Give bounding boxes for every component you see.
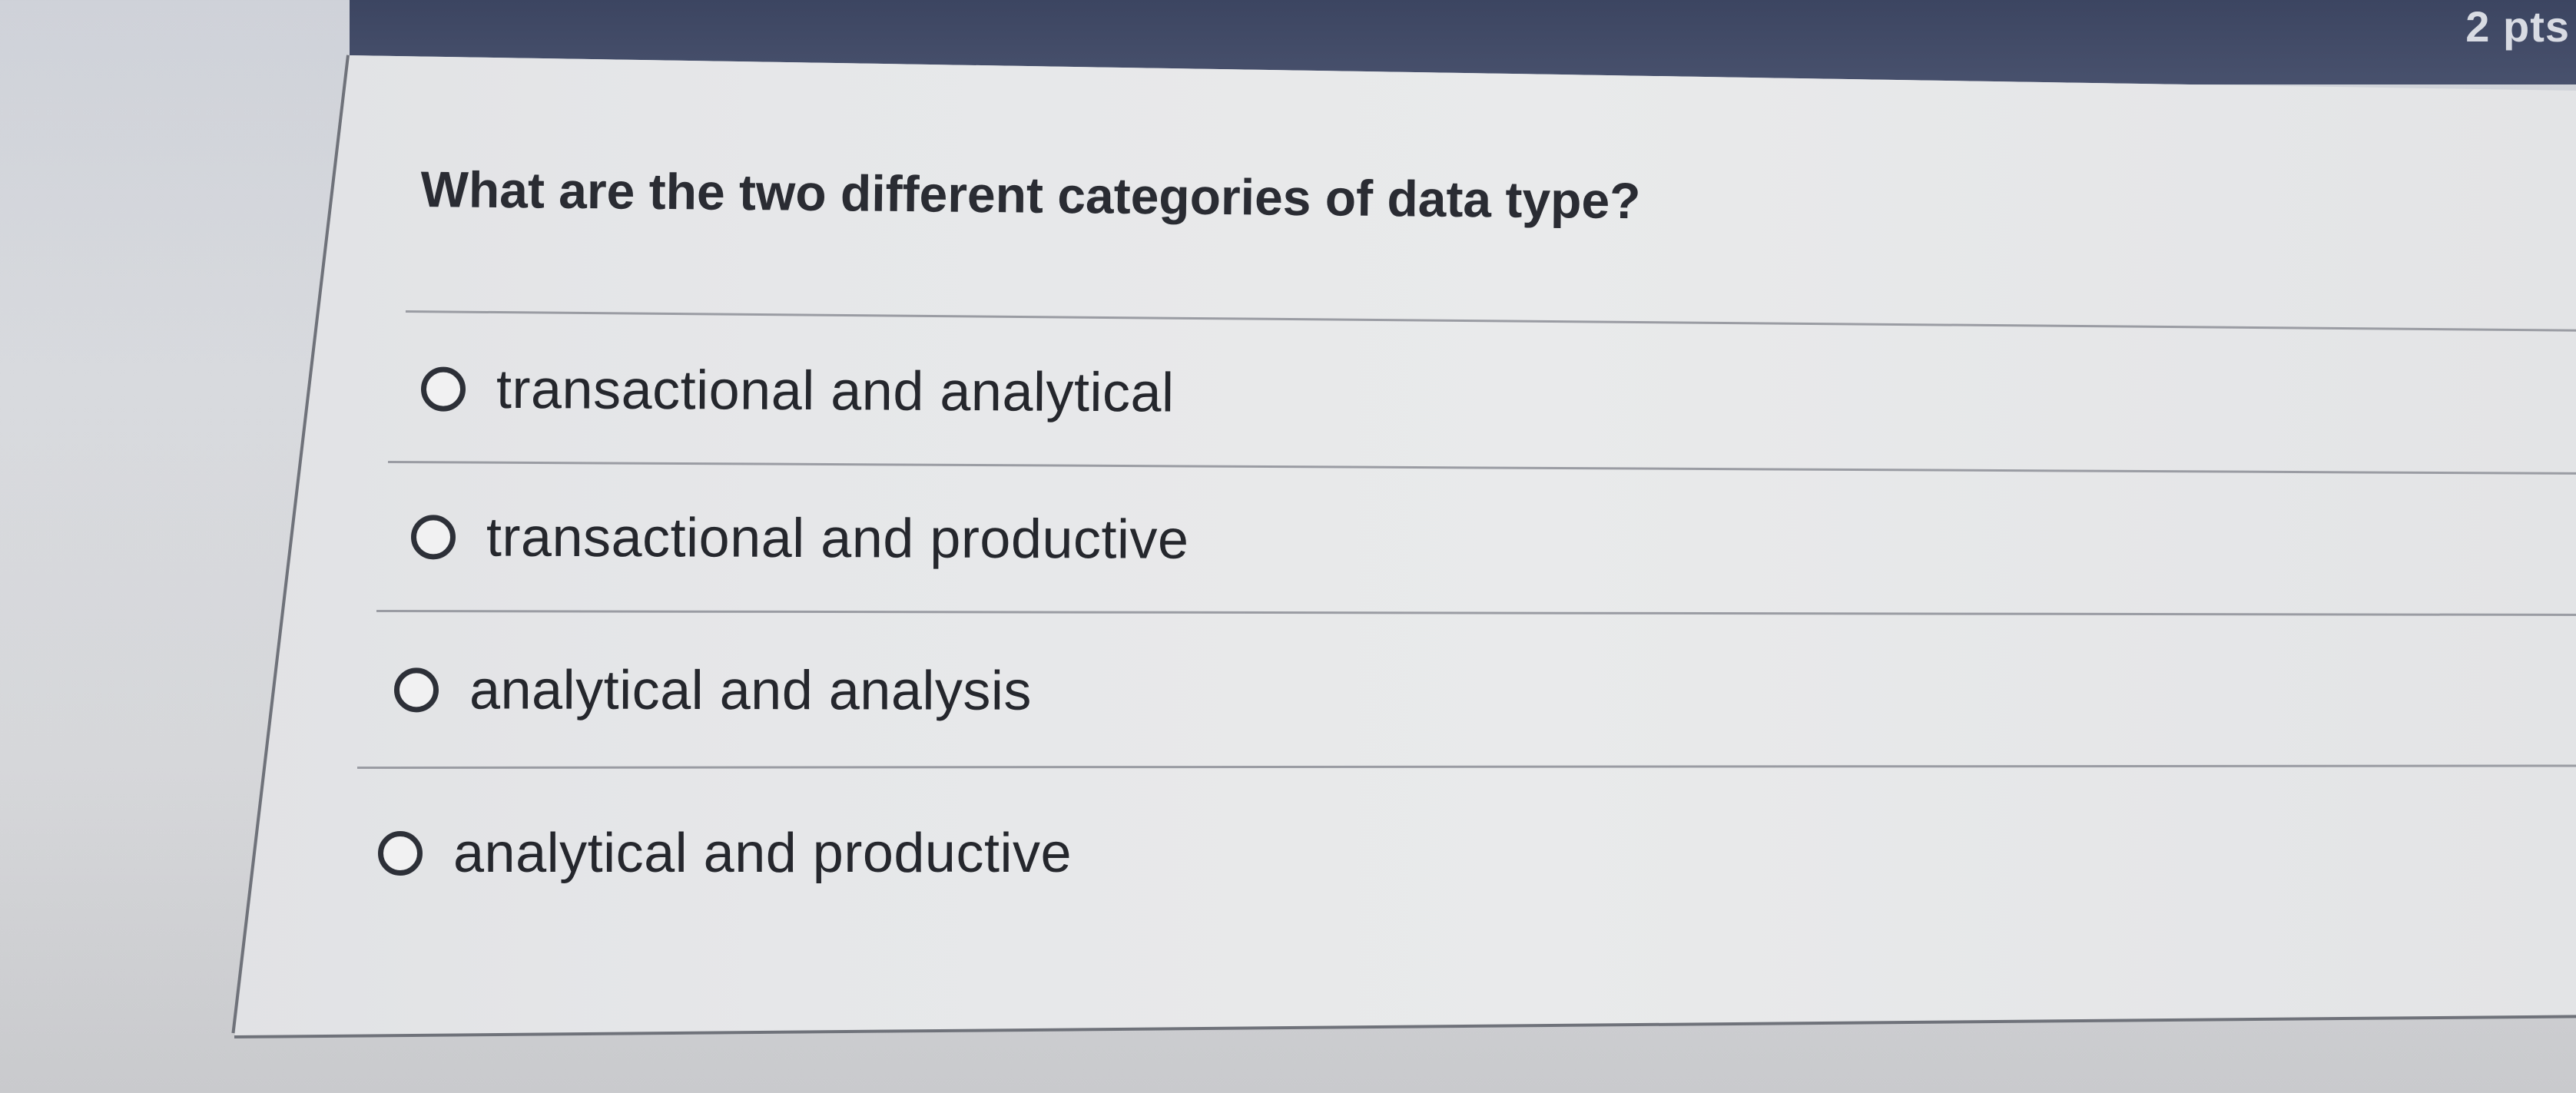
answer-option-1[interactable]: transactional and analytical (420, 357, 1175, 424)
answer-option-3[interactable]: analytical and analysis (393, 658, 1032, 722)
question-card (234, 55, 2576, 1038)
answer-option-4[interactable]: analytical and productive (378, 822, 1072, 885)
question-points: 2 pts (2465, 2, 2570, 51)
radio-button-icon[interactable] (393, 667, 439, 713)
answer-label: transactional and productive (486, 506, 1189, 571)
question-text: What are the two different categories of… (420, 160, 1641, 230)
answer-label: transactional and analytical (496, 358, 1175, 424)
radio-button-icon[interactable] (410, 515, 456, 560)
answer-label: analytical and productive (453, 823, 1072, 884)
answer-label: analytical and analysis (469, 659, 1032, 722)
answer-option-2[interactable]: transactional and productive (410, 505, 1189, 571)
radio-button-icon[interactable] (378, 831, 423, 876)
radio-button-icon[interactable] (420, 366, 466, 412)
